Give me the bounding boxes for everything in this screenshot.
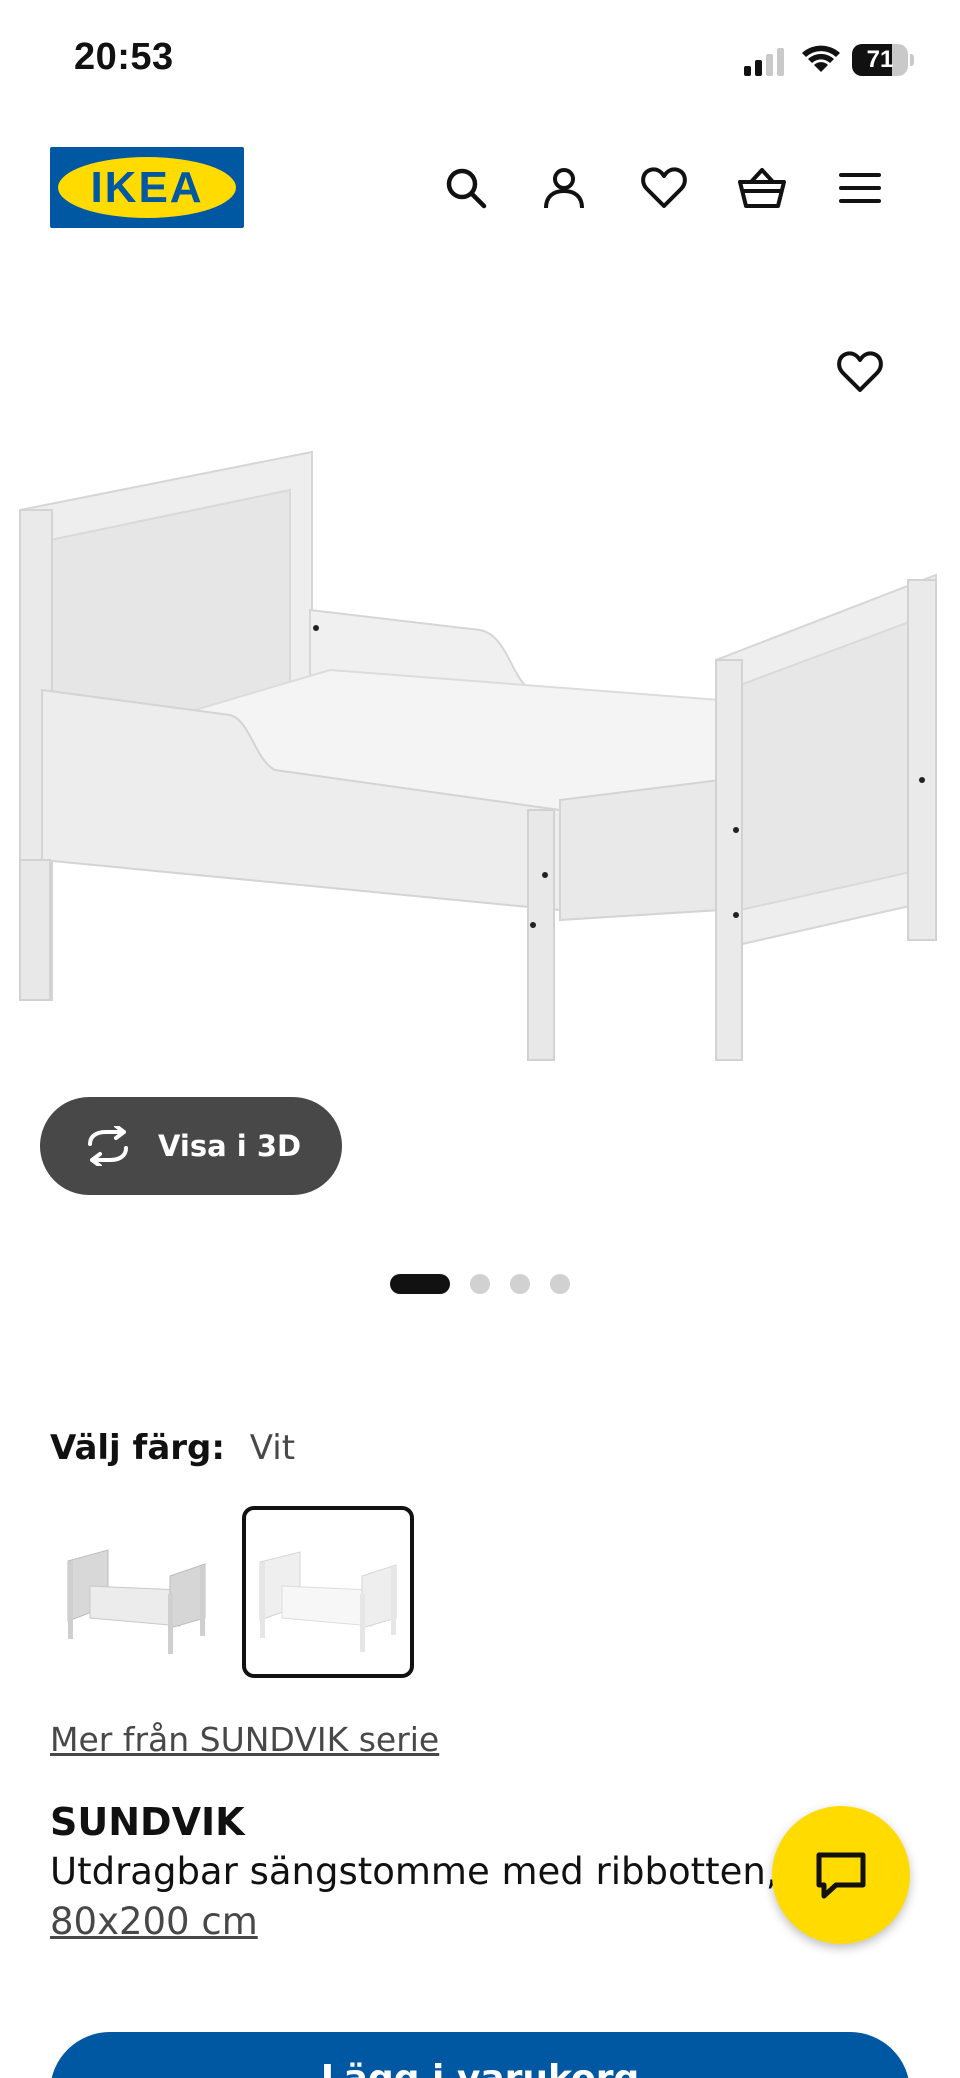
color-selector: Välj färg: Vit (50, 1428, 295, 1468)
search-icon (446, 168, 487, 209)
menu-button[interactable] (832, 160, 888, 216)
series-link[interactable]: Mer från SUNDVIK serie (50, 1720, 439, 1759)
view-in-3d-label: Visa i 3D (158, 1129, 302, 1163)
color-label: Välj färg: (50, 1428, 225, 1468)
battery-indicator: 71 (852, 44, 914, 76)
product-size-link[interactable]: 80x200 cm (50, 1900, 258, 1943)
wishlist-button[interactable] (636, 160, 692, 216)
add-to-favorites-button[interactable] (832, 344, 888, 400)
color-option-white[interactable] (242, 1506, 414, 1678)
basket-icon (738, 168, 786, 208)
product-image[interactable] (0, 430, 960, 1070)
color-value: Vit (249, 1428, 296, 1468)
account-icon (544, 168, 584, 209)
cellular-signal-icon (744, 48, 784, 76)
wifi-icon (802, 45, 840, 72)
gallery-dot[interactable] (510, 1274, 530, 1294)
gallery-pagination (390, 1274, 590, 1294)
white-bed-thumbnail (259, 1551, 397, 1652)
site-header: IKEA (0, 120, 960, 260)
view-in-3d-button[interactable]: Visa i 3D (40, 1097, 342, 1195)
cart-button[interactable] (734, 160, 790, 216)
add-to-cart-button[interactable]: Lägg i varukorg (50, 2032, 910, 2078)
chat-icon (816, 1852, 866, 1899)
rotate-3d-icon (88, 1126, 128, 1166)
battery-level: 71 (866, 46, 894, 73)
search-button[interactable] (438, 160, 494, 216)
gallery-dot[interactable] (550, 1274, 570, 1294)
add-to-cart-label: Lägg i varukorg (321, 2058, 640, 2078)
chat-button[interactable] (772, 1806, 910, 1944)
status-bar: 20:53 71 (0, 0, 960, 120)
menu-icon (839, 173, 881, 203)
product-name: SUNDVIK (50, 1800, 245, 1844)
account-button[interactable] (536, 160, 592, 216)
status-time: 20:53 (74, 36, 174, 78)
grey-bed-thumbnail (67, 1549, 206, 1654)
ikea-logo[interactable]: IKEA (50, 147, 244, 228)
gallery-dot[interactable] (470, 1274, 490, 1294)
gallery-dot[interactable] (390, 1274, 450, 1294)
color-option-grey[interactable] (50, 1506, 222, 1678)
heart-icon (837, 351, 883, 392)
product-description: Utdragbar sängstomme med ribbotten, (50, 1850, 778, 1893)
heart-icon (641, 167, 687, 208)
logo-text: IKEA (90, 163, 204, 212)
